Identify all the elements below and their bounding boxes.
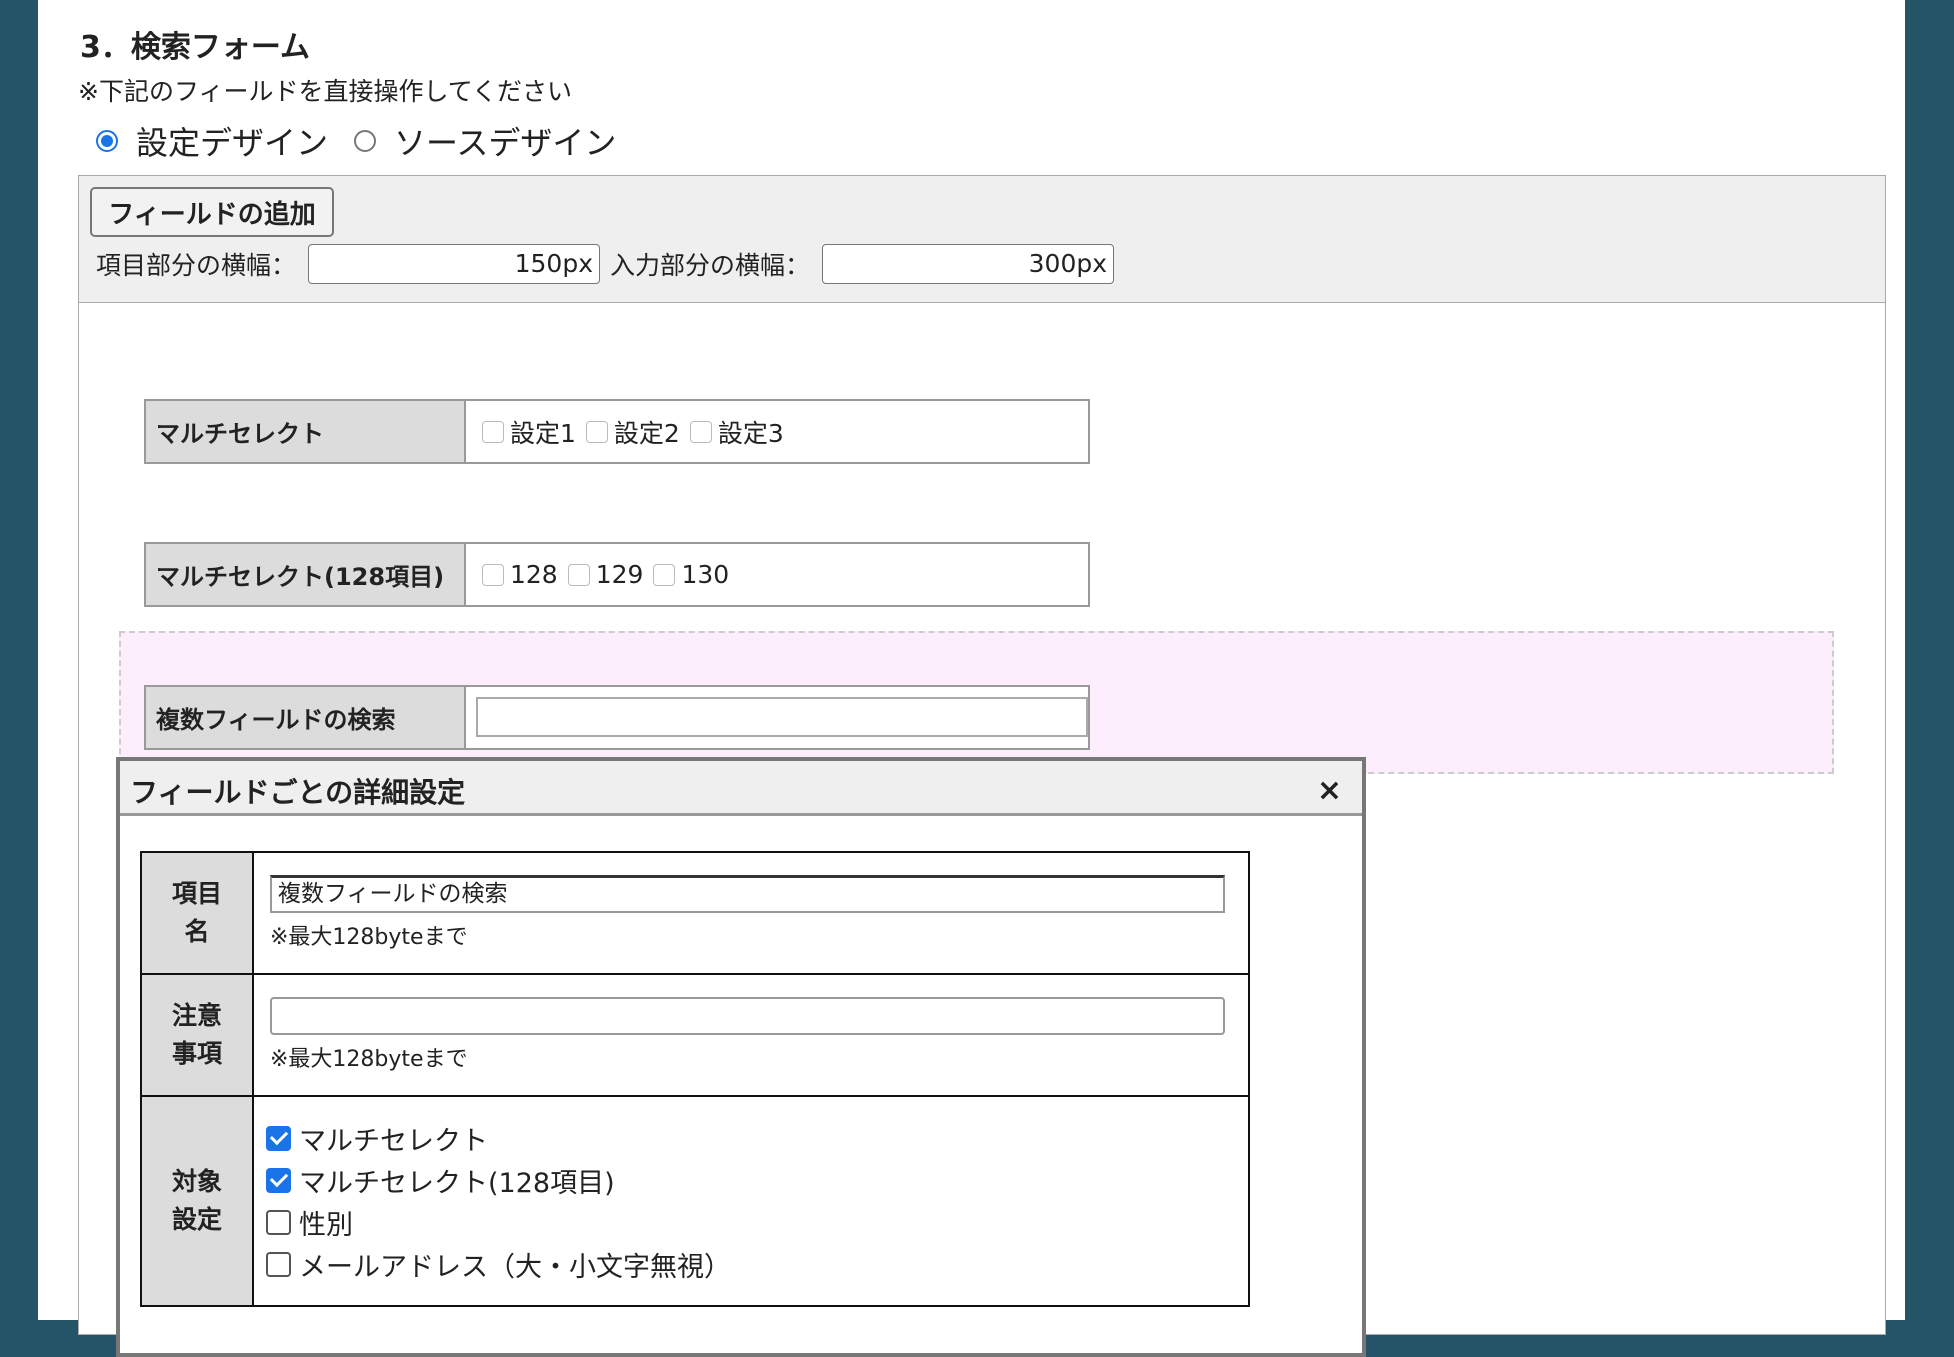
item-name-input[interactable]: 複数フィールドの検索	[270, 875, 1225, 913]
instruction-note: ※下記のフィールドを直接操作してください	[78, 77, 572, 106]
checkbox-checked[interactable]	[266, 1125, 291, 1151]
item-name-label: 項目 名	[140, 851, 254, 975]
page: 3．検索フォーム ※下記のフィールドを直接操作してください 設定デザイン ソース…	[38, 0, 1905, 1357]
field-row-multi-search[interactable]: 複数フィールドの検索	[144, 685, 1090, 750]
radio-source-design-label[interactable]: ソースデザイン	[394, 118, 616, 164]
target-label: マルチセレクト	[299, 1125, 488, 1157]
item-name-cell: 複数フィールドの検索 ※最大128byteまで	[252, 851, 1250, 975]
row-targets: 対象 設定 マルチセレクト マルチセレクト(128項目) 性別 メールアドレス（…	[140, 1095, 1250, 1307]
option-label: 設定2	[613, 418, 680, 448]
option-label: 設定3	[717, 418, 784, 448]
field-label: 複数フィールドの検索	[146, 687, 466, 748]
row-note: 注意 事項 ※最大128byteまで	[140, 973, 1250, 1097]
item-width-input[interactable]: 150px	[308, 244, 601, 284]
checkbox[interactable]	[482, 420, 504, 443]
checkbox[interactable]	[585, 420, 608, 443]
field-label: マルチセレクト(128項目)	[146, 544, 466, 605]
label-line: 項目	[171, 879, 222, 908]
label-line: 注意	[171, 1001, 222, 1030]
field-label: マルチセレクト	[146, 401, 466, 462]
target-item[interactable]: マルチセレクト	[266, 1117, 1232, 1159]
note-cell: ※最大128byteまで	[252, 973, 1250, 1097]
checkbox-unchecked[interactable]	[266, 1209, 291, 1235]
field-options: 設定1 設定2 設定3	[466, 401, 794, 462]
row-item-name: 項目 名 複数フィールドの検索 ※最大128byteまで	[140, 851, 1250, 975]
input-width-input[interactable]: 300px	[822, 244, 1115, 284]
radio-source-design[interactable]	[354, 130, 377, 152]
target-label: 性別	[299, 1209, 353, 1241]
note-hint: ※最大128byteまで	[270, 1047, 468, 1072]
checkbox-checked[interactable]	[266, 1167, 291, 1193]
radio-setting-design[interactable]	[96, 130, 118, 152]
targets-label: 対象 設定	[140, 1095, 254, 1307]
item-name-hint: ※最大128byteまで	[270, 925, 468, 950]
checkbox[interactable]	[653, 563, 676, 586]
target-item[interactable]: マルチセレクト(128項目)	[266, 1159, 1232, 1201]
design-mode-radio-group: 設定デザイン ソースデザイン	[96, 118, 642, 164]
label-line: 設定	[171, 1205, 222, 1234]
checkbox[interactable]	[482, 563, 504, 586]
label-line: 対象	[171, 1167, 222, 1196]
note-input[interactable]	[270, 997, 1225, 1035]
checkbox[interactable]	[567, 563, 590, 586]
close-icon[interactable]: ×	[1317, 773, 1342, 808]
section-title: 3．検索フォーム	[80, 30, 310, 65]
field-row-multiselect-128[interactable]: マルチセレクト(128項目) 128 129 130	[144, 542, 1090, 607]
field-detail-dialog: フィールドごとの詳細設定 × 項目 名 複数フィールドの検索 ※最大128byt…	[116, 757, 1366, 1357]
width-settings: 項目部分の横幅： 150px 入力部分の横幅： 300px	[96, 244, 1124, 284]
detail-settings-table: 項目 名 複数フィールドの検索 ※最大128byteまで 注意 事項 ※最大12…	[140, 851, 1250, 1307]
checkbox[interactable]	[689, 420, 712, 443]
target-item[interactable]: メールアドレス（大・小文字無視）	[266, 1243, 1232, 1285]
field-options: 128 129 130	[466, 544, 739, 605]
option-label: 128	[510, 560, 558, 589]
note-label: 注意 事項	[140, 973, 254, 1097]
label-line: 名	[184, 917, 210, 946]
field-row-multiselect[interactable]: マルチセレクト 設定1 設定2 設定3	[144, 399, 1090, 464]
dialog-header[interactable]: フィールドごとの詳細設定 ×	[120, 761, 1362, 816]
option-label: 設定1	[510, 418, 576, 448]
checkbox-unchecked[interactable]	[266, 1251, 291, 1277]
multi-search-input[interactable]	[476, 697, 1088, 737]
option-label: 130	[681, 560, 730, 589]
target-label: マルチセレクト(128項目)	[299, 1167, 615, 1199]
item-width-label: 項目部分の横幅：	[96, 251, 297, 280]
add-field-button[interactable]: フィールドの追加	[90, 187, 334, 237]
target-item[interactable]: 性別	[266, 1201, 1232, 1243]
targets-cell: マルチセレクト マルチセレクト(128項目) 性別 メールアドレス（大・小文字無…	[252, 1095, 1250, 1307]
label-line: 事項	[171, 1039, 222, 1068]
design-toolbar: フィールドの追加 項目部分の横幅： 150px 入力部分の横幅： 300px	[79, 176, 1885, 303]
input-width-label: 入力部分の横幅：	[610, 251, 811, 280]
dialog-title: フィールドごとの詳細設定	[130, 776, 466, 809]
radio-setting-design-label[interactable]: 設定デザイン	[136, 118, 328, 164]
option-label: 129	[595, 560, 644, 589]
target-label: メールアドレス（大・小文字無視）	[299, 1251, 731, 1283]
